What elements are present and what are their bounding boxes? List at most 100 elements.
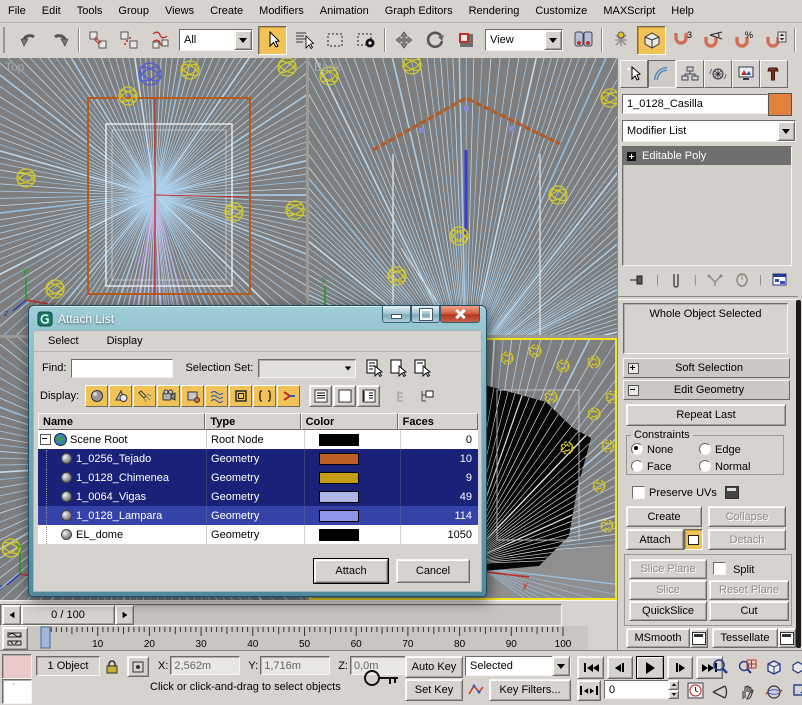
- detach-button[interactable]: Detach: [708, 529, 786, 550]
- modifier-list-dropdown[interactable]: Modifier List: [622, 120, 796, 142]
- collapse-button[interactable]: Collapse: [708, 506, 786, 527]
- viewport-back[interactable]: Back x y z: [309, 58, 617, 335]
- frame-spinner[interactable]: [668, 680, 679, 699]
- slice-button[interactable]: Slice: [629, 580, 707, 600]
- key-mode-toggle-button[interactable]: [577, 680, 601, 701]
- make-unique-icon[interactable]: [706, 272, 724, 288]
- subtract-from-selection-set-button[interactable]: [412, 358, 434, 378]
- column-header-type[interactable]: Type: [205, 413, 300, 430]
- reset-plane-button[interactable]: Reset Plane: [709, 580, 789, 600]
- table-row-1-0128-lampara[interactable]: 1_0128_LamparaGeometry114: [38, 506, 478, 525]
- undo-button[interactable]: [14, 26, 43, 55]
- bind-to-space-warp-button[interactable]: [145, 26, 174, 55]
- display-lights-toggle[interactable]: [133, 385, 156, 407]
- previous-frame-arrow[interactable]: [2, 605, 21, 625]
- key-filters-button[interactable]: Key Filters...: [489, 679, 571, 701]
- tab-create[interactable]: [620, 60, 648, 88]
- set-keys-icon[interactable]: [362, 659, 400, 700]
- dialog-cancel-button[interactable]: Cancel: [396, 559, 470, 583]
- y-coordinate-field[interactable]: 1,716m: [260, 656, 330, 675]
- display-none-button[interactable]: [333, 385, 356, 407]
- quickslice-button[interactable]: QuickSlice: [629, 601, 707, 621]
- select-by-name-button[interactable]: [289, 26, 318, 55]
- menu-animation[interactable]: Animation: [312, 2, 377, 20]
- find-input[interactable]: [71, 359, 173, 378]
- display-shapes-toggle[interactable]: [109, 385, 132, 407]
- time-configuration-button[interactable]: [683, 679, 707, 701]
- display-groups-toggle[interactable]: [229, 385, 252, 407]
- selection-filter-arrow[interactable]: [234, 30, 252, 50]
- display-helpers-toggle[interactable]: [181, 385, 204, 407]
- menu-tools[interactable]: Tools: [69, 2, 111, 20]
- angle-snap-toggle-button[interactable]: 3: [668, 26, 697, 55]
- key-mode-arrow[interactable]: [552, 656, 570, 676]
- display-xrefs-toggle[interactable]: [253, 385, 276, 407]
- column-header-color[interactable]: Color: [301, 413, 398, 430]
- panel-scrollbar[interactable]: [796, 300, 801, 648]
- radio-constraint-normal[interactable]: Normal: [699, 460, 767, 473]
- percent-snap-button[interactable]: %: [730, 26, 759, 55]
- configure-modifier-sets-icon[interactable]: [771, 272, 789, 288]
- field-of-view-button[interactable]: [707, 679, 732, 704]
- default-in-out-tangents-icon[interactable]: [465, 679, 487, 701]
- current-frame-field[interactable]: 0: [604, 680, 670, 699]
- selection-set-dropdown[interactable]: [258, 359, 356, 378]
- menu-modifiers[interactable]: Modifiers: [251, 2, 312, 20]
- next-frame-arrow[interactable]: [115, 605, 134, 625]
- minimize-button[interactable]: [382, 306, 411, 323]
- zoom-extents-button[interactable]: [761, 654, 786, 679]
- dialog-menu-select[interactable]: Select: [34, 332, 93, 350]
- msmooth-button[interactable]: MSmooth: [626, 628, 690, 648]
- tessellate-button[interactable]: Tessellate: [712, 628, 778, 648]
- display-invert-button[interactable]: [357, 385, 380, 407]
- pan-hand-button[interactable]: [734, 679, 759, 704]
- radio-constraint-face[interactable]: Face: [631, 460, 699, 473]
- rollout-soft-selection[interactable]: Soft Selection: [623, 358, 790, 378]
- menu-graph-editors[interactable]: Graph Editors: [377, 2, 461, 20]
- tab-motion[interactable]: [704, 60, 732, 88]
- zoom-button[interactable]: [707, 654, 732, 679]
- object-color-swatch[interactable]: [768, 93, 792, 116]
- attach-list-button[interactable]: [684, 529, 703, 550]
- macro-recorder-pane[interactable]: [2, 654, 32, 679]
- table-row-scene-root[interactable]: Scene RootRoot Node0: [38, 430, 478, 449]
- menu-views[interactable]: Views: [157, 2, 202, 20]
- rectangular-selection-region-button[interactable]: [320, 26, 349, 55]
- toolbar-grip[interactable]: [3, 27, 10, 53]
- tree-collapse-icon[interactable]: [40, 434, 51, 445]
- display-all-button[interactable]: [309, 385, 332, 407]
- absolute-mode-toggle[interactable]: [127, 656, 149, 677]
- attach-button[interactable]: Attach: [626, 529, 684, 550]
- create-selection-set-button[interactable]: [364, 358, 386, 378]
- show-end-result-icon[interactable]: [668, 272, 684, 288]
- display-space-warps-toggle[interactable]: [205, 385, 228, 407]
- create-button[interactable]: Create: [626, 506, 702, 527]
- tessellate-settings-button[interactable]: [778, 628, 796, 648]
- dialog-menu-display[interactable]: Display: [93, 332, 157, 350]
- select-object-button[interactable]: [258, 26, 287, 55]
- display-cameras-toggle[interactable]: [157, 385, 180, 407]
- display-subtree-toggle[interactable]: [391, 385, 414, 407]
- menu-customize[interactable]: Customize: [527, 2, 595, 20]
- split-checkbox[interactable]: [713, 562, 726, 575]
- menu-help[interactable]: Help: [663, 2, 702, 20]
- selection-lock-icon[interactable]: [102, 656, 122, 676]
- redo-button[interactable]: [45, 26, 74, 55]
- pin-stack-icon[interactable]: [627, 272, 647, 288]
- use-pivot-point-center-button[interactable]: [568, 26, 597, 55]
- select-and-move-button[interactable]: [389, 26, 418, 55]
- msmooth-settings-button[interactable]: [690, 628, 708, 648]
- next-frame-button[interactable]: [667, 656, 693, 679]
- menu-maxscript[interactable]: MAXScript: [595, 2, 663, 20]
- table-row-1-0128-chimenea[interactable]: 1_0128_ChimeneaGeometry9: [38, 468, 478, 487]
- maximize-button[interactable]: [411, 306, 440, 323]
- table-row-1-0064-vigas[interactable]: 1_0064_VigasGeometry49: [38, 487, 478, 506]
- tab-hierarchy[interactable]: [676, 60, 704, 88]
- cut-button[interactable]: Cut: [709, 601, 789, 621]
- table-row-el-dome[interactable]: EL_domeGeometry1050: [38, 525, 478, 544]
- reference-coordinate-system-dropdown[interactable]: View: [485, 29, 563, 51]
- dialog-title-bar[interactable]: Attach List: [37, 310, 114, 328]
- radio-constraint-edge[interactable]: Edge: [699, 443, 767, 456]
- key-mode-dropdown[interactable]: Selected: [465, 656, 571, 676]
- slice-plane-button[interactable]: Slice Plane: [629, 559, 707, 579]
